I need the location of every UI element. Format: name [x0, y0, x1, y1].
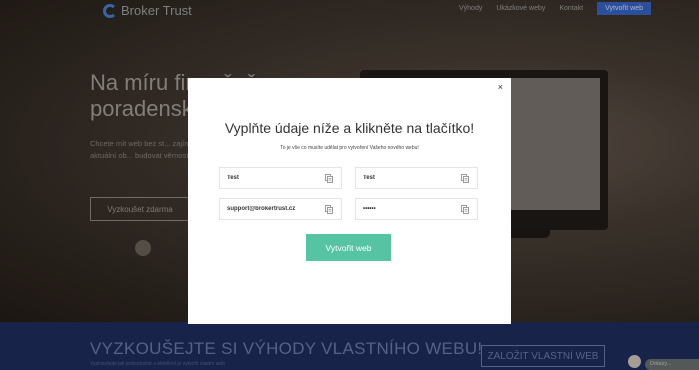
modal-title: Vyplňte údaje níže a klikněte na tlačítk…	[224, 120, 475, 136]
last-name-input[interactable]	[363, 175, 458, 181]
email-field[interactable]	[219, 198, 342, 220]
autofill-icon[interactable]	[461, 205, 469, 214]
signup-modal: × Vyplňte údaje níže a klikněte na tlačí…	[188, 78, 511, 324]
last-name-field[interactable]	[355, 167, 478, 189]
password-field[interactable]	[355, 198, 478, 220]
create-web-button[interactable]: Vytvořit web	[306, 234, 391, 261]
modal-subtitle: To je vše co musíte udělat pro vytvoření…	[280, 145, 419, 151]
first-name-input[interactable]	[227, 175, 322, 181]
password-input[interactable]	[363, 206, 458, 212]
email-input[interactable]	[227, 206, 322, 212]
close-icon[interactable]: ×	[498, 82, 503, 92]
first-name-field[interactable]	[219, 167, 342, 189]
autofill-icon[interactable]	[461, 174, 469, 183]
autofill-icon[interactable]	[325, 174, 333, 183]
autofill-icon[interactable]	[325, 205, 333, 214]
